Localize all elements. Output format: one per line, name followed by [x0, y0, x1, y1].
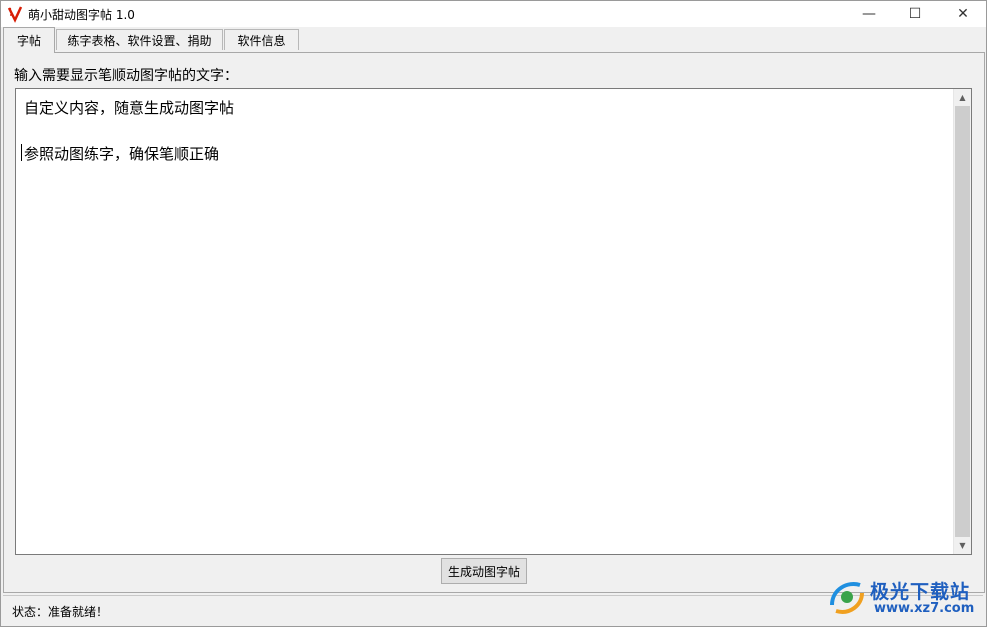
app-window: 萌小甜动图字帖 1.0 — ☐ ✕ 字帖 练字表格、软件设置、捐助 软件信息 输… — [0, 0, 987, 627]
window-title: 萌小甜动图字帖 1.0 — [28, 8, 135, 22]
vertical-scrollbar[interactable]: ▲ ▼ — [953, 89, 971, 554]
scroll-down-icon[interactable]: ▼ — [954, 537, 971, 554]
scroll-thumb[interactable] — [955, 106, 970, 537]
close-button[interactable]: ✕ — [940, 1, 986, 27]
watermark-logo-icon — [830, 582, 864, 614]
tab-practice-settings[interactable]: 练字表格、软件设置、捐助 — [56, 29, 223, 50]
tab-strip: 字帖 练字表格、软件设置、捐助 软件信息 — [1, 27, 986, 53]
generate-button[interactable]: 生成动图字帖 — [441, 558, 527, 584]
text-input-area[interactable]: 自定义内容，随意生成动图字帖 参照动图练字，确保笔顺正确 ▲ ▼ — [15, 88, 972, 555]
input-prompt-label: 输入需要显示笔顺动图字帖的文字： — [14, 68, 238, 84]
tab-software-info[interactable]: 软件信息 — [224, 29, 299, 50]
app-logo-icon — [7, 6, 23, 23]
watermark-title: 极光下载站 — [870, 581, 971, 603]
watermark-url: www.xz7.com — [874, 601, 975, 616]
scroll-up-icon[interactable]: ▲ — [954, 89, 971, 106]
title-bar[interactable]: 萌小甜动图字帖 1.0 — ☐ ✕ — [1, 1, 986, 27]
maximize-button[interactable]: ☐ — [892, 1, 938, 27]
text-caret — [21, 144, 22, 161]
minimize-button[interactable]: — — [846, 1, 892, 27]
text-line: 自定义内容，随意生成动图字帖 — [24, 99, 235, 117]
tab-copybook[interactable]: 字帖 — [3, 27, 55, 53]
watermark: 极光下载站 www.xz7.com — [826, 575, 981, 621]
text-line: 参照动图练字，确保笔顺正确 — [24, 145, 220, 163]
status-text: 状态：准备就绪！ — [12, 605, 109, 619]
